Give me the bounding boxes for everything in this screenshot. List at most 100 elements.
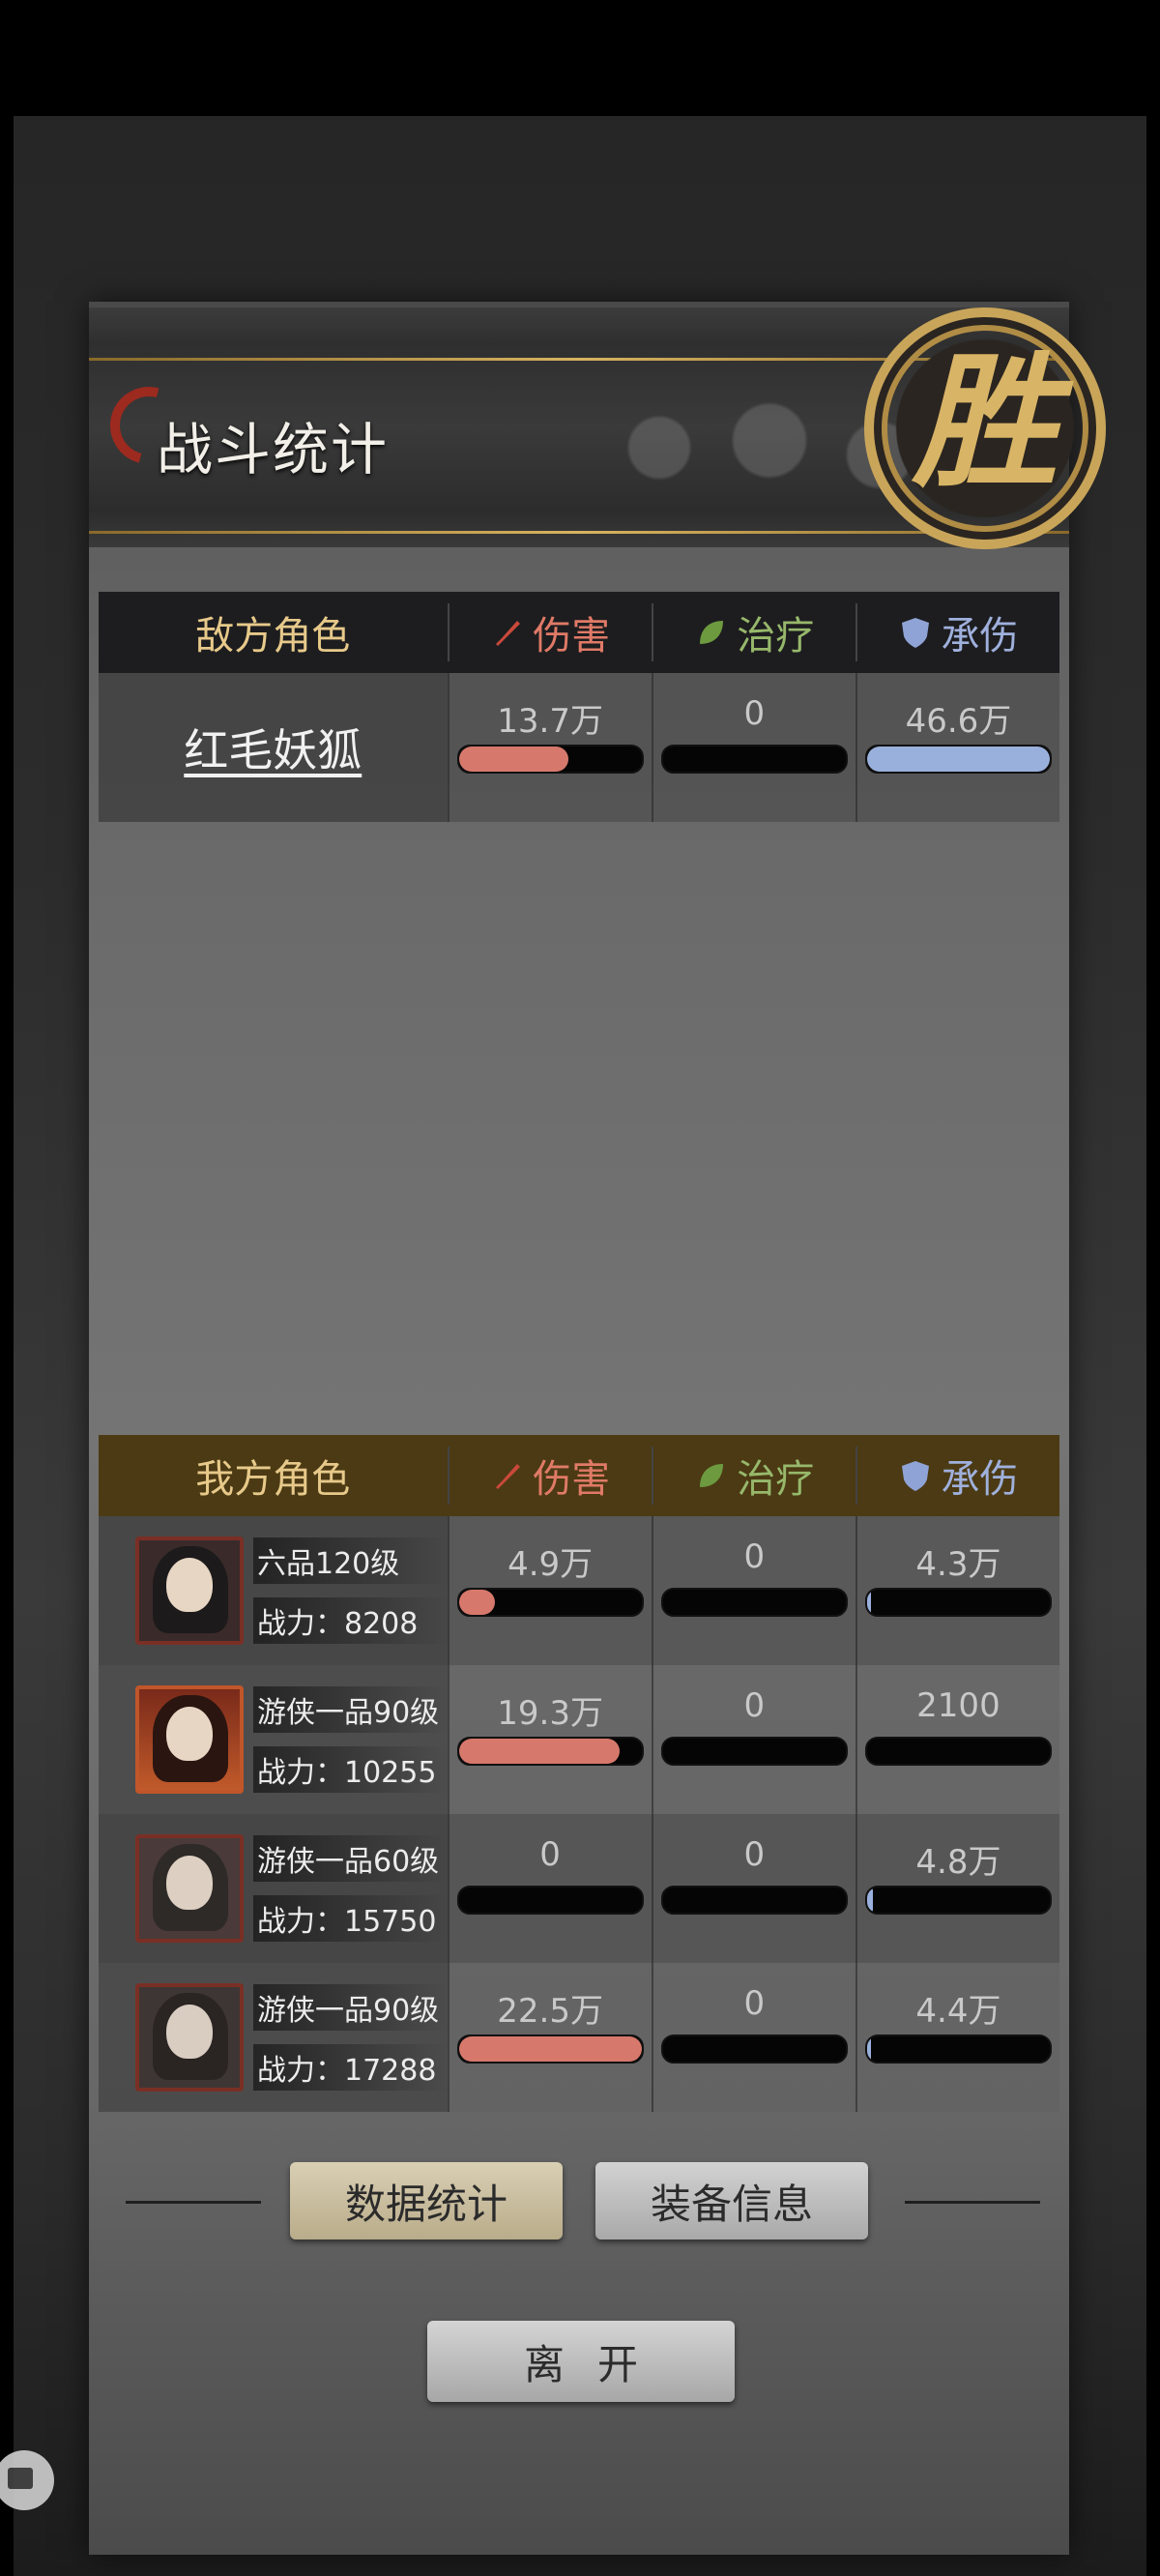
damage-bar	[456, 1737, 644, 1766]
healing-cell: 0	[651, 673, 856, 822]
ally-name-cell: 游侠一品60级 战力：15750	[99, 1814, 448, 1963]
damage-bar-fill	[458, 1590, 496, 1615]
ally-rank: 游侠一品90级	[253, 1686, 448, 1733]
healing-column-header: 治疗	[651, 603, 856, 661]
avatar[interactable]	[135, 1834, 244, 1943]
tanked-value: 2100	[916, 1686, 1000, 1725]
equipment-info-tab[interactable]: 装备信息	[595, 2162, 868, 2239]
table-row: 游侠一品90级 战力：17288 22.5万 0 4.4万	[99, 1963, 1059, 2112]
damage-cell: 4.9万	[447, 1516, 652, 1665]
table-row: 红毛妖狐 13.7万 0 46.6万	[99, 673, 1059, 822]
healing-cell: 0	[651, 1516, 856, 1665]
damage-bar	[456, 1588, 644, 1617]
tanked-column-header: 承伤	[855, 603, 1059, 661]
sword-icon	[496, 1464, 521, 1489]
damage-cell: 13.7万	[447, 673, 652, 822]
damage-label: 伤害	[533, 614, 611, 659]
victory-seal: 胜	[864, 307, 1106, 549]
tanked-cell: 4.3万	[855, 1516, 1059, 1665]
tanked-value: 4.8万	[915, 1843, 1001, 1882]
leave-button[interactable]: 离开	[427, 2321, 735, 2402]
damage-value: 4.9万	[508, 1545, 594, 1584]
tanked-bar-fill	[866, 746, 1051, 772]
damage-bar	[456, 745, 644, 774]
ally-name-cell: 游侠一品90级 战力：17288	[99, 1963, 448, 2112]
tanked-value: 46.6万	[905, 702, 1012, 741]
enemy-table-header: 敌方角色 伤害 治疗 承伤	[99, 592, 1059, 673]
ally-power: 战力：8208	[253, 1597, 448, 1644]
tanked-bar-fill	[866, 1590, 871, 1615]
tanked-bar-fill	[866, 2036, 871, 2062]
damage-column-header: 伤害	[447, 1447, 652, 1505]
divider-left	[126, 2201, 261, 2204]
healing-label: 治疗	[737, 1457, 815, 1502]
page-title: 战斗统计	[157, 417, 390, 483]
tanked-label: 承伤	[941, 614, 1019, 659]
damage-bar	[456, 2034, 644, 2064]
enemy-name-cell: 红毛妖狐	[99, 673, 448, 822]
damage-value: 13.7万	[497, 702, 603, 741]
damage-bar-fill	[458, 1739, 620, 1764]
tanked-bar	[864, 1588, 1053, 1617]
healing-bar	[660, 2034, 848, 2064]
damage-bar	[456, 1886, 644, 1915]
shield-icon	[902, 618, 930, 648]
tanked-bar-fill	[866, 1888, 873, 1913]
ally-table-header: 我方角色 伤害 治疗 承伤	[99, 1435, 1059, 1516]
damage-bar-fill	[458, 2036, 642, 2062]
healing-cell: 0	[651, 1665, 856, 1814]
shield-icon	[902, 1461, 930, 1491]
avatar[interactable]	[135, 1537, 244, 1645]
ally-power: 战力：15750	[253, 1895, 448, 1942]
healing-label: 治疗	[737, 614, 815, 659]
damage-cell: 19.3万	[447, 1665, 652, 1814]
healing-cell: 0	[651, 1814, 856, 1963]
damage-cell: 0	[447, 1814, 652, 1963]
tanked-bar	[864, 2034, 1053, 2064]
damage-cell: 22.5万	[447, 1963, 652, 2112]
ally-name-cell: 游侠一品90级 战力：10255	[99, 1665, 448, 1814]
ally-header-label: 我方角色	[195, 1457, 351, 1502]
ally-rank: 游侠一品60级	[253, 1835, 448, 1882]
healing-bar	[660, 1886, 848, 1915]
ally-rank: 游侠一品90级	[253, 1984, 448, 2031]
healing-column-header: 治疗	[651, 1447, 856, 1505]
divider-right	[905, 2201, 1040, 2204]
healing-value: 0	[743, 1835, 766, 1874]
avatar[interactable]	[135, 1685, 244, 1794]
damage-bar-fill	[458, 746, 569, 772]
tanked-label: 承伤	[941, 1457, 1019, 1502]
table-row: 游侠一品90级 战力：10255 19.3万 0 2100	[99, 1665, 1059, 1814]
data-stats-tab[interactable]: 数据统计	[290, 2162, 563, 2239]
tanked-cell: 2100	[855, 1665, 1059, 1814]
healing-cell: 0	[651, 1963, 856, 2112]
healing-value: 0	[743, 1984, 766, 2023]
damage-value: 19.3万	[497, 1694, 603, 1733]
ally-table: 我方角色 伤害 治疗 承伤 六品120级 战力：8208 4.9万 0 4.3万…	[99, 1435, 1059, 2112]
tanked-bar	[864, 1737, 1053, 1766]
damage-label: 伤害	[533, 1457, 611, 1502]
tanked-cell: 46.6万	[855, 673, 1059, 822]
enemy-table: 敌方角色 伤害 治疗 承伤 红毛妖狐 13.7万 0 46.6万	[99, 592, 1059, 822]
damage-value: 0	[539, 1835, 561, 1874]
ally-power: 战力：10255	[253, 1746, 448, 1793]
healing-bar	[660, 1588, 848, 1617]
victory-seal-text: 胜	[912, 337, 1058, 508]
healing-bar	[660, 1737, 848, 1766]
enemy-header-label: 敌方角色	[195, 614, 351, 659]
tanked-cell: 4.4万	[855, 1963, 1059, 2112]
damage-column-header: 伤害	[447, 603, 652, 661]
healing-value: 0	[743, 1537, 766, 1576]
sword-icon	[496, 621, 521, 646]
table-row: 游侠一品60级 战力：15750 0 0 4.8万	[99, 1814, 1059, 1963]
tanked-bar	[864, 1886, 1053, 1915]
healing-value: 0	[743, 694, 766, 733]
healing-value: 0	[743, 1686, 766, 1725]
enemy-name-link[interactable]: 红毛妖狐	[184, 716, 362, 779]
avatar[interactable]	[135, 1983, 244, 2092]
ally-rank: 六品120级	[253, 1537, 448, 1584]
ally-name-cell: 六品120级 战力：8208	[99, 1516, 448, 1665]
damage-value: 22.5万	[497, 1992, 603, 2031]
leaf-icon	[700, 1464, 724, 1487]
ally-power: 战力：17288	[253, 2044, 448, 2091]
